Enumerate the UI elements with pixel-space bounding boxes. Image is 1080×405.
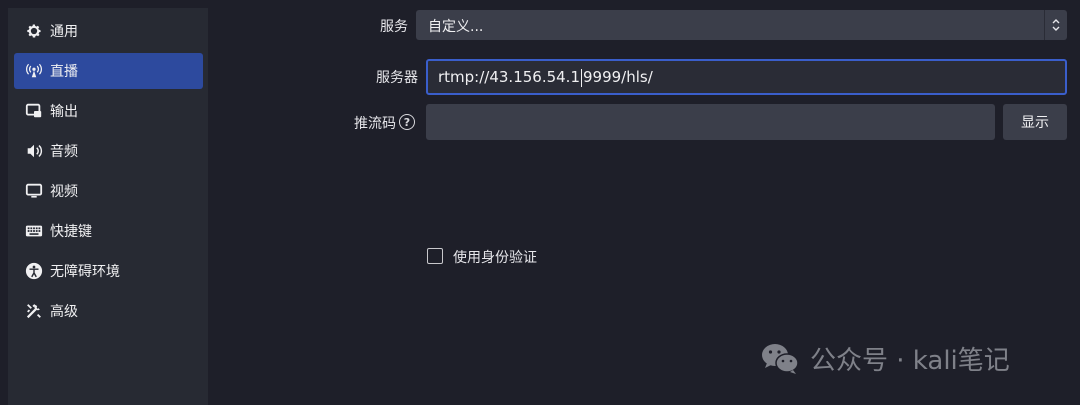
monitor-icon — [24, 181, 44, 201]
service-label: 服务 — [380, 19, 408, 35]
sidebar-item-advanced[interactable]: 高级 — [14, 293, 203, 329]
sidebar-item-label: 无障碍环境 — [50, 264, 120, 280]
use-auth-checkbox[interactable] — [427, 248, 443, 264]
sidebar-item-label: 高级 — [50, 304, 78, 320]
server-label: 服务器 — [376, 70, 418, 86]
output-icon — [24, 101, 44, 121]
accessibility-icon — [24, 261, 44, 281]
sidebar-item-video[interactable]: 视频 — [14, 173, 203, 209]
server-input[interactable]: rtmp://43.156.54.1 9999/hls/ — [426, 59, 1067, 95]
sidebar-item-accessibility[interactable]: 无障碍环境 — [14, 253, 203, 289]
use-auth-label[interactable]: 使用身份验证 — [453, 247, 537, 267]
sidebar-item-label: 音频 — [50, 144, 78, 160]
stream-key-label: 推流码 — [354, 116, 396, 132]
antenna-icon — [24, 61, 44, 81]
text-caret — [581, 68, 582, 87]
help-icon[interactable]: ? — [399, 114, 415, 130]
wechat-icon — [762, 343, 799, 374]
sidebar-item-audio[interactable]: 音频 — [14, 133, 203, 169]
service-select[interactable]: 自定义... — [416, 10, 1067, 40]
watermark: 公众号 · kali笔记 — [760, 340, 1010, 377]
sidebar-item-label: 通用 — [50, 24, 78, 40]
chevron-updown-icon[interactable] — [1044, 10, 1067, 40]
server-input-value-start: rtmp://43.156.54.1 — [438, 68, 580, 86]
settings-sidebar: 通用 直播 输出 音频 视频 快捷键 无障碍环境 高级 — [8, 8, 208, 405]
sidebar-item-label: 直播 — [50, 64, 78, 80]
speaker-icon — [24, 141, 44, 161]
tools-icon — [24, 301, 44, 321]
watermark-text: 公众号 · kali笔记 — [810, 346, 1010, 376]
service-select-value: 自定义... — [428, 19, 484, 35]
sidebar-item-stream[interactable]: 直播 — [14, 53, 203, 89]
show-key-button[interactable]: 显示 — [1003, 104, 1067, 140]
gear-icon — [24, 21, 44, 41]
stream-key-input[interactable] — [426, 104, 995, 140]
sidebar-item-label: 快捷键 — [50, 224, 92, 240]
server-input-value-end: 9999/hls/ — [583, 68, 653, 86]
sidebar-item-hotkeys[interactable]: 快捷键 — [14, 213, 203, 249]
keyboard-icon — [24, 221, 44, 241]
sidebar-item-general[interactable]: 通用 — [14, 13, 203, 49]
sidebar-item-label: 视频 — [50, 184, 78, 200]
sidebar-item-label: 输出 — [50, 104, 78, 120]
sidebar-item-output[interactable]: 输出 — [14, 93, 203, 129]
